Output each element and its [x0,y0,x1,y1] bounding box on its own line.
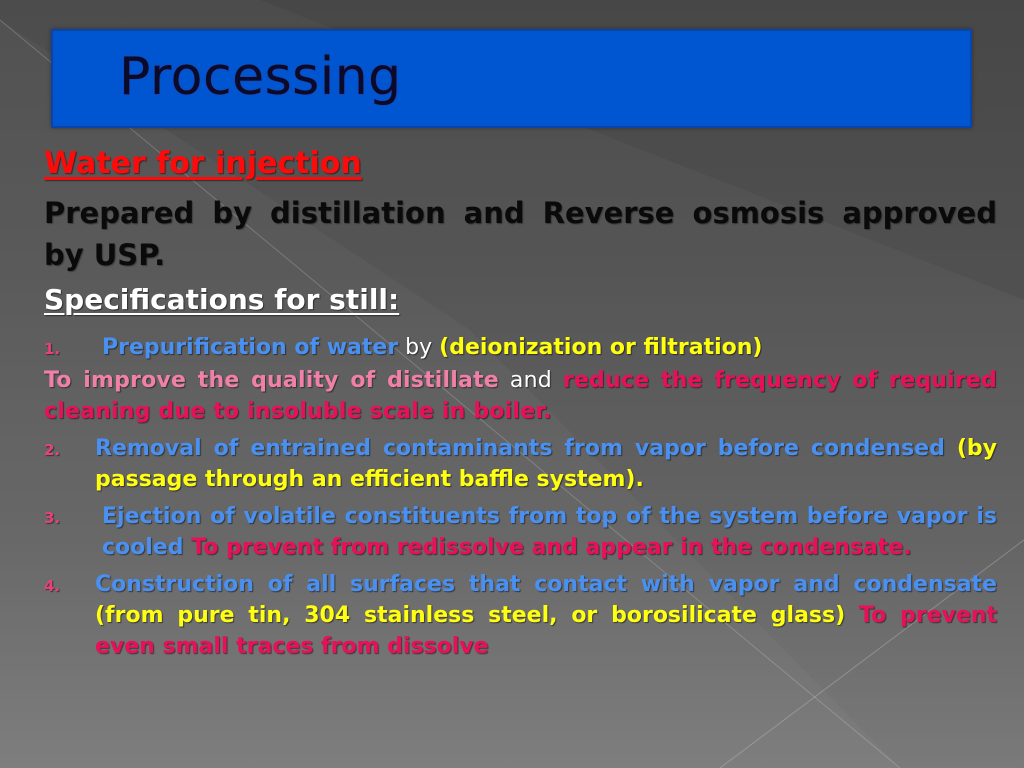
list-item: 1. Prepurification of water by (deioniza… [44,332,997,363]
section-heading: Water for injection [44,146,362,181]
list-item: 4. Construction of all surfaces that con… [44,569,997,662]
list-number: 2. [44,441,61,459]
item-text: Construction of all surfaces that contac… [95,572,997,597]
specifications-heading: Specifications for still: [44,283,400,316]
item-text: (from pure tin, 304 stainless steel, or … [95,603,846,628]
item-text: Prepurification of water [102,335,399,360]
item-note: To improve the quality of distillate and… [44,365,997,427]
title-bar: Processing [51,29,972,128]
list-number: 3. [44,509,61,527]
list-number: 4. [44,577,61,595]
item-text: To prevent from redissolve and appear in… [183,535,912,560]
list-item: 3. Ejection of volatile constituents fro… [44,501,997,563]
slide-title: Processing [119,47,402,107]
list-item: 2. Removal of entrained contaminants fro… [44,433,997,495]
list-number: 1. [44,340,61,358]
item-text: (deionization or filtration) [439,335,763,360]
item-text: Removal of entrained contaminants from v… [95,436,945,461]
note-text: To improve the quality of distillate [44,368,499,393]
note-text: and [498,368,563,393]
intro-paragraph: Prepared by distillation and Reverse osm… [44,196,997,272]
item-text: by [398,335,440,360]
slide-content: Water for injection Prepared by distilla… [44,142,997,662]
